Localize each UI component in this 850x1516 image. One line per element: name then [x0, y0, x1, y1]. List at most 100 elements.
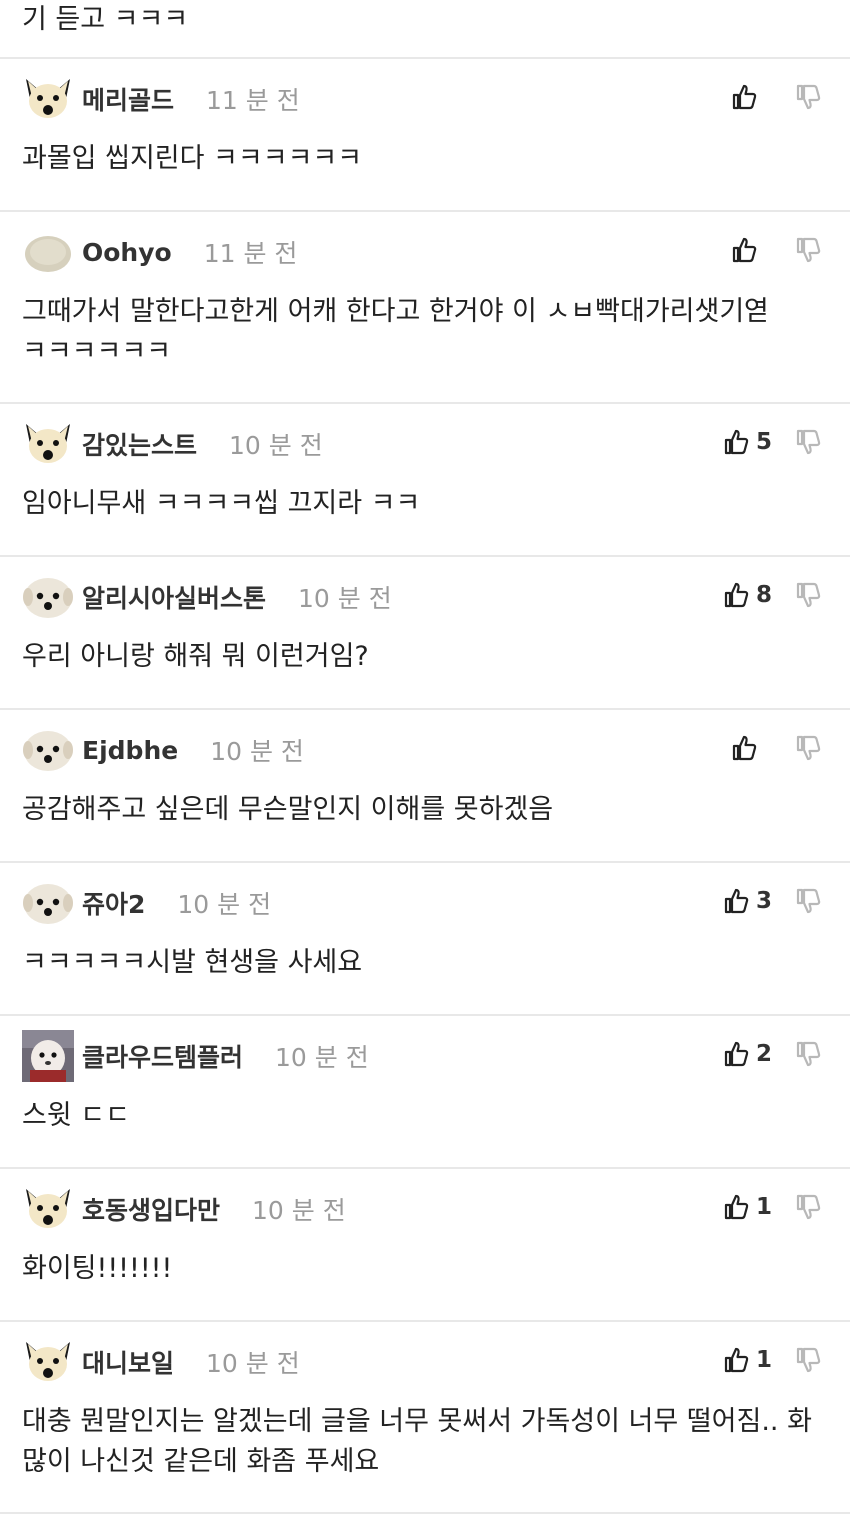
thumbs-up-icon	[722, 428, 750, 456]
avatar[interactable]	[22, 1336, 74, 1388]
thumbs-down-icon	[794, 236, 822, 264]
comment-list: 기 듣고 ㅋㅋㅋ 메리골드 11 분 전 과몰입 씹지린다 ㅋㅋㅋㅋㅋㅋ Oohyo 1…	[0, 0, 850, 1514]
comment-text: 공감해주고 싶은데 무슨말인지 이해를 못하겠음	[22, 794, 554, 825]
comment-item: 클라우드템플러 10 분 전 2 스윗 ㄷㄷ	[0, 1016, 850, 1169]
dislike-button[interactable]	[794, 1346, 822, 1374]
thumbs-down-icon	[794, 1040, 822, 1068]
comment-text: 화이팅!!!!!!!	[22, 1253, 173, 1284]
vote-controls: 3	[722, 887, 822, 915]
thumbs-up-icon	[722, 581, 750, 609]
dislike-button[interactable]	[794, 1040, 822, 1068]
avatar[interactable]	[22, 724, 74, 776]
dislike-button[interactable]	[794, 581, 822, 609]
avatar[interactable]	[22, 226, 74, 278]
comment-item: 대니보일 10 분 전 1 대충 뭔말인지는 알겠는데 글을 너무 못써서 가독성이 …	[0, 1322, 850, 1514]
comment-text: 스윗 ㄷㄷ	[22, 1100, 130, 1131]
like-count: 1	[755, 1194, 772, 1220]
vote-controls: 1	[722, 1346, 822, 1374]
thumbs-up-icon	[730, 83, 758, 111]
avatar[interactable]	[22, 571, 74, 623]
author-name[interactable]: 대니보일	[82, 1344, 174, 1380]
comment-time: 11 분 전	[203, 239, 298, 268]
comment-time: 11 분 전	[206, 86, 300, 115]
dislike-button[interactable]	[794, 83, 822, 111]
thumbs-down-icon	[794, 1346, 822, 1374]
like-count: 8	[755, 582, 772, 608]
comment-header: Ejdbhe 10 분 전	[22, 710, 828, 790]
author-name[interactable]: Ejdbhe	[82, 736, 178, 765]
like-count: 2	[755, 1041, 772, 1067]
like-button[interactable]: 8	[722, 581, 772, 609]
comment-time: 10 분 전	[229, 431, 323, 460]
comment-header: 대니보일 10 분 전 1	[22, 1322, 828, 1402]
thumbs-down-icon	[794, 1193, 822, 1221]
comment-header: 쥬아2 10 분 전 3	[22, 863, 828, 943]
dislike-button[interactable]	[794, 428, 822, 456]
dislike-button[interactable]	[794, 1193, 822, 1221]
vote-controls	[730, 83, 822, 111]
like-count: 5	[755, 429, 772, 455]
vote-controls	[730, 236, 822, 264]
author-name[interactable]: Oohyo	[82, 238, 172, 267]
comment-item: 호동생입다만 10 분 전 1 화이팅!!!!!!!	[0, 1169, 850, 1322]
like-button[interactable]: 1	[722, 1193, 772, 1221]
thumbs-up-icon	[722, 1346, 750, 1374]
thumbs-down-icon	[794, 428, 822, 456]
author-name[interactable]: 감있는스트	[82, 426, 197, 462]
author-name[interactable]: 쥬아2	[82, 885, 145, 921]
avatar[interactable]	[22, 73, 74, 125]
comment-time: 10 분 전	[210, 737, 304, 766]
comment-item: 알리시아실버스톤 10 분 전 8 우리 아니랑 해줘 뭐 이런거임?	[0, 557, 850, 710]
thumbs-down-icon	[794, 734, 822, 762]
like-button[interactable]: 5	[722, 428, 772, 456]
comment-text: 과몰입 씹지린다 ㅋㅋㅋㅋㅋㅋ	[22, 143, 363, 174]
comment-text: 대충 뭔말인지는 알겠는데 글을 너무 못써서 가독성이 너무 떨어짐.. 화 …	[22, 1406, 812, 1477]
dislike-button[interactable]	[794, 887, 822, 915]
dislike-button[interactable]	[794, 236, 822, 264]
like-button[interactable]	[730, 83, 772, 111]
comment-item: 메리골드 11 분 전과몰입 씹지린다 ㅋㅋㅋㅋㅋㅋ	[0, 59, 850, 212]
comment-header: Oohyo 11 분 전	[22, 212, 828, 292]
avatar[interactable]	[22, 877, 74, 929]
like-button[interactable]: 2	[722, 1040, 772, 1068]
comment-header: 호동생입다만 10 분 전 1	[22, 1169, 828, 1249]
comment-header: 클라우드템플러 10 분 전 2	[22, 1016, 828, 1096]
thumbs-up-icon	[730, 236, 758, 264]
thumbs-down-icon	[794, 83, 822, 111]
thumbs-up-icon	[722, 1040, 750, 1068]
comment-text: 임아니무새 ㅋㅋㅋㅋ씹 끄지라 ㅋㅋ	[22, 488, 421, 519]
comment-time: 10 분 전	[206, 1349, 300, 1378]
comments-container: 메리골드 11 분 전 과몰입 씹지린다 ㅋㅋㅋㅋㅋㅋ Oohyo 11 분 전 그때가서…	[0, 59, 850, 1514]
comment-header: 메리골드 11 분 전	[22, 59, 828, 139]
thumbs-up-icon	[722, 1193, 750, 1221]
like-button[interactable]: 3	[722, 887, 772, 915]
comment-fragment: 기 듣고 ㅋㅋㅋ	[0, 0, 850, 59]
like-count: 3	[755, 888, 772, 914]
like-button[interactable]	[730, 734, 772, 762]
vote-controls: 2	[722, 1040, 822, 1068]
like-button[interactable]	[730, 236, 772, 264]
author-name[interactable]: 알리시아실버스톤	[82, 579, 266, 615]
vote-controls	[730, 734, 822, 762]
comment-text: 그때가서 말한다고한게 어캐 한다고 한거야 이 ㅅㅂ빡대가리샛기엳 ㅋㅋㅋㅋㅋ…	[22, 296, 770, 367]
comment-time: 10 분 전	[298, 584, 392, 613]
like-button[interactable]: 1	[722, 1346, 772, 1374]
thumbs-up-icon	[730, 734, 758, 762]
thumbs-down-icon	[794, 581, 822, 609]
comment-text: 우리 아니랑 해줘 뭐 이런거임?	[22, 641, 369, 672]
comment-text: ㅋㅋㅋㅋㅋ시발 현생을 사세요	[22, 947, 363, 978]
avatar[interactable]	[22, 1030, 74, 1082]
comment-fragment-text: 기 듣고 ㅋㅋㅋ	[22, 4, 189, 35]
author-name[interactable]: 호동생입다만	[82, 1191, 220, 1227]
thumbs-up-icon	[722, 887, 750, 915]
comment-time: 10 분 전	[275, 1043, 369, 1072]
comment-item: 감있는스트 10 분 전 5 임아니무새 ㅋㅋㅋㅋ씹 끄지라 ㅋㅋ	[0, 404, 850, 557]
like-count: 1	[755, 1347, 772, 1373]
dislike-button[interactable]	[794, 734, 822, 762]
author-name[interactable]: 클라우드템플러	[82, 1038, 243, 1074]
avatar[interactable]	[22, 1183, 74, 1235]
comment-item: Ejdbhe 10 분 전공감해주고 싶은데 무슨말인지 이해를 못하겠음	[0, 710, 850, 863]
author-name[interactable]: 메리골드	[82, 81, 174, 117]
thumbs-down-icon	[794, 887, 822, 915]
avatar[interactable]	[22, 418, 74, 470]
